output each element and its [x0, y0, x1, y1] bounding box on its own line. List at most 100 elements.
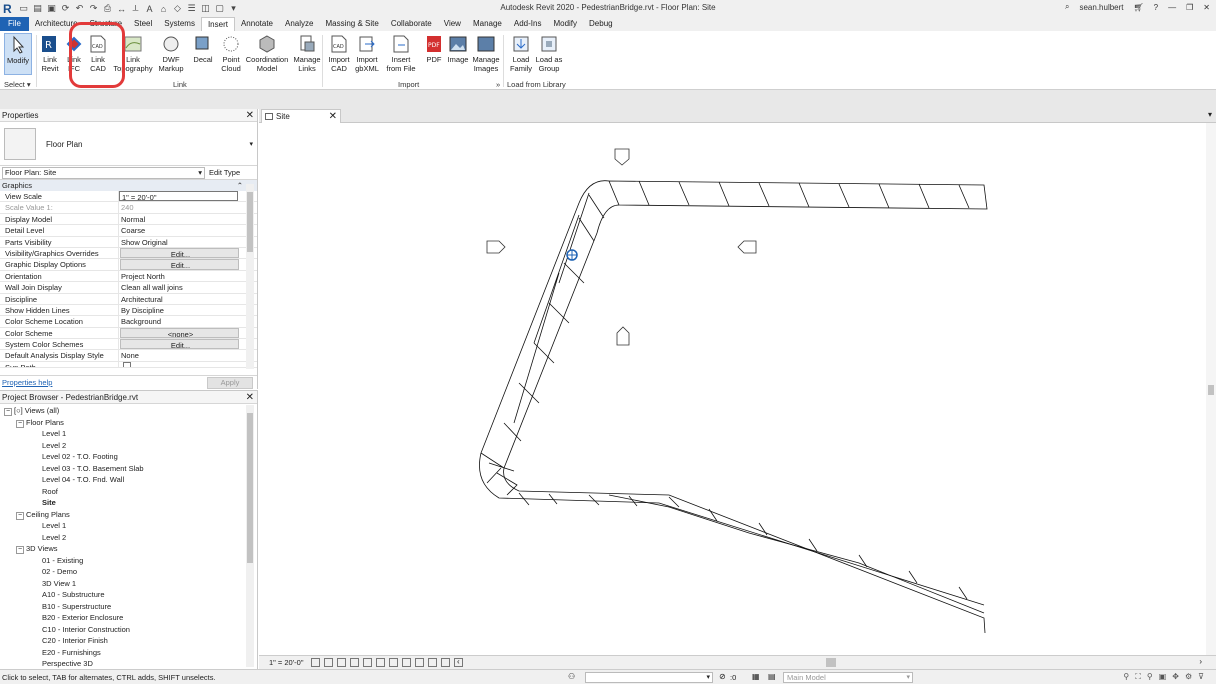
workset-dropdown[interactable]: ▾ — [585, 672, 713, 683]
tree-item[interactable]: B10 - Superstructure — [42, 602, 111, 612]
tab-insert[interactable]: Insert — [200, 17, 235, 31]
modify-button[interactable]: Modify — [4, 33, 32, 75]
tree-item[interactable]: Roof — [42, 487, 58, 497]
property-row[interactable]: View Scale 1" = 20'-0" — [0, 191, 257, 203]
render-icon[interactable] — [363, 658, 372, 667]
filter-icon[interactable]: ▦ — [752, 672, 760, 681]
revit-logo-icon[interactable]: R — [3, 3, 15, 15]
design-option-dropdown[interactable]: Main Model ▾ — [783, 672, 913, 683]
editable-only-icon[interactable]: ⊘ — [719, 672, 726, 681]
tab-analyze[interactable]: Analyze — [279, 17, 319, 31]
import-gbxml-button[interactable]: Import gbXML — [352, 33, 382, 73]
close-hidden-icon[interactable]: ◫ — [200, 3, 211, 14]
print-icon[interactable]: ⎙ — [102, 3, 113, 14]
save-icon[interactable]: ▣ — [46, 3, 57, 14]
section-icon[interactable]: ◇ — [172, 3, 183, 14]
3d-view-icon[interactable]: ⌂ — [158, 4, 169, 14]
property-row[interactable]: Show Hidden Lines By Discipline — [0, 304, 257, 317]
point-cloud-button[interactable]: Point Cloud — [216, 33, 246, 73]
switch-windows-icon[interactable]: ▢ — [214, 3, 225, 14]
tree-item-active[interactable]: Site — [42, 498, 56, 508]
property-row[interactable]: Discipline Architectural — [0, 293, 257, 305]
worksets-icon[interactable]: ⚇ — [568, 672, 575, 681]
import-dialog-launcher-icon[interactable]: » — [496, 80, 500, 89]
image-button[interactable]: Image — [443, 33, 473, 64]
property-row[interactable]: Display Model Normal — [0, 213, 257, 226]
open-icon[interactable]: ▭ — [18, 3, 29, 14]
cart-icon[interactable]: 🛒︎ — [1134, 3, 1144, 12]
tab-annotate[interactable]: Annotate — [235, 17, 279, 31]
tree-item[interactable]: 02 - Demo — [42, 567, 77, 577]
tree-3d-views[interactable]: −3D Views — [16, 544, 58, 554]
view-tabs-menu-icon[interactable]: ▾ — [1208, 110, 1212, 119]
tree-item[interactable]: Level 04 - T.O. Fnd. Wall — [42, 475, 124, 485]
view-scale-control[interactable]: 1" = 20'-0" — [269, 658, 304, 667]
thin-lines-icon[interactable]: ☰ — [186, 3, 197, 14]
edit-color-schemes-button[interactable]: Edit... — [120, 339, 239, 350]
select-pinned-icon[interactable]: ⚲ — [1147, 672, 1153, 682]
tree-item[interactable]: Level 1 — [42, 429, 66, 439]
tab-collaborate[interactable]: Collaborate — [385, 17, 438, 31]
tree-item[interactable]: B20 - Exterior Enclosure — [42, 613, 123, 623]
close-icon[interactable]: ✕ — [246, 391, 254, 404]
property-row[interactable]: Sun Path — [0, 361, 257, 368]
horizontal-scrollbar-thumb[interactable] — [826, 658, 836, 667]
property-row[interactable]: Graphic Display Options Edit... — [0, 259, 257, 271]
visual-style-icon[interactable] — [324, 658, 333, 667]
customize-qat-icon[interactable]: ▾ — [228, 3, 239, 14]
color-scheme-button[interactable]: <none> — [120, 327, 239, 339]
shadows-icon[interactable] — [350, 658, 359, 667]
scrollbar-thumb[interactable] — [247, 413, 253, 563]
temporary-view-properties-icon[interactable] — [428, 658, 437, 667]
tag-icon[interactable]: A — [144, 4, 155, 14]
tab-file[interactable]: File — [0, 17, 29, 31]
show-crop-region-icon[interactable] — [389, 658, 398, 667]
apply-button[interactable]: Apply — [207, 377, 253, 389]
crop-view-icon[interactable] — [376, 658, 385, 667]
insert-from-file-button[interactable]: Insert from File — [386, 33, 416, 73]
tree-item[interactable]: C20 - Interior Finish — [42, 636, 108, 646]
background-processes-icon[interactable]: ⚙ — [1185, 672, 1192, 682]
scrollbar-thumb[interactable] — [1208, 385, 1214, 395]
tree-item[interactable]: E20 - Furnishings — [42, 648, 101, 658]
close-icon[interactable]: ✕ — [329, 110, 337, 123]
property-row[interactable]: System Color Schemes Edit... — [0, 339, 257, 351]
tree-item[interactable]: Level 02 - T.O. Footing — [42, 452, 118, 462]
edit-display-options-button[interactable]: Edit... — [120, 259, 239, 270]
temporary-hide-icon[interactable] — [402, 658, 411, 667]
graphics-group-header[interactable]: Graphics ⌃ — [0, 180, 257, 191]
manage-images-button[interactable]: Manage Images — [471, 33, 501, 73]
scrollbar-thumb[interactable] — [247, 192, 253, 252]
edit-vg-button[interactable]: Edit... — [120, 247, 239, 259]
measure-icon[interactable]: ↔ — [116, 4, 127, 14]
sun-path-checkbox[interactable] — [119, 361, 238, 367]
chevron-down-icon[interactable]: ▾ — [249, 140, 253, 148]
load-as-group-button[interactable]: Load as Group — [534, 33, 564, 73]
select-dropdown[interactable]: Select ▾ — [4, 80, 31, 89]
view-selector-dropdown[interactable]: Floor Plan: Site ▾ — [2, 167, 205, 179]
tree-item[interactable]: Level 1 — [42, 521, 66, 531]
search-icon[interactable]: ⌕ — [1065, 2, 1069, 12]
dwf-markup-button[interactable]: DWF Markup — [156, 33, 186, 73]
canvas-vertical-scrollbar[interactable] — [1206, 123, 1216, 655]
property-row[interactable]: Parts Visibility Show Original — [0, 236, 257, 248]
edit-type-button[interactable]: Edit Type — [209, 167, 240, 179]
tree-item[interactable]: 3D View 1 — [42, 579, 76, 589]
property-row[interactable]: Wall Join Display Clean all wall joins — [0, 282, 257, 294]
undo-icon[interactable]: ↶ — [74, 3, 85, 14]
property-row[interactable]: Visibility/Graphics Overrides Edit... — [0, 247, 257, 260]
restore-button[interactable]: ❐ — [1186, 3, 1193, 12]
detail-level-icon[interactable] — [311, 658, 320, 667]
user-name[interactable]: sean.hulbert — [1079, 3, 1123, 12]
tab-modify[interactable]: Modify — [547, 17, 583, 31]
dimension-icon[interactable]: ⟂ — [130, 3, 141, 14]
import-cad-button[interactable]: CAD Import CAD — [324, 33, 354, 73]
properties-scrollbar[interactable] — [246, 184, 254, 369]
sync-icon[interactable]: ⟳ — [60, 3, 71, 14]
close-icon[interactable]: ✕ — [246, 109, 254, 122]
coordination-model-button[interactable]: Coordination Model — [244, 33, 290, 73]
type-selector[interactable]: Floor Plan ▾ — [0, 122, 257, 166]
browser-scrollbar[interactable] — [246, 405, 254, 667]
tab-view[interactable]: View — [438, 17, 467, 31]
decal-button[interactable]: Decal — [188, 33, 218, 64]
